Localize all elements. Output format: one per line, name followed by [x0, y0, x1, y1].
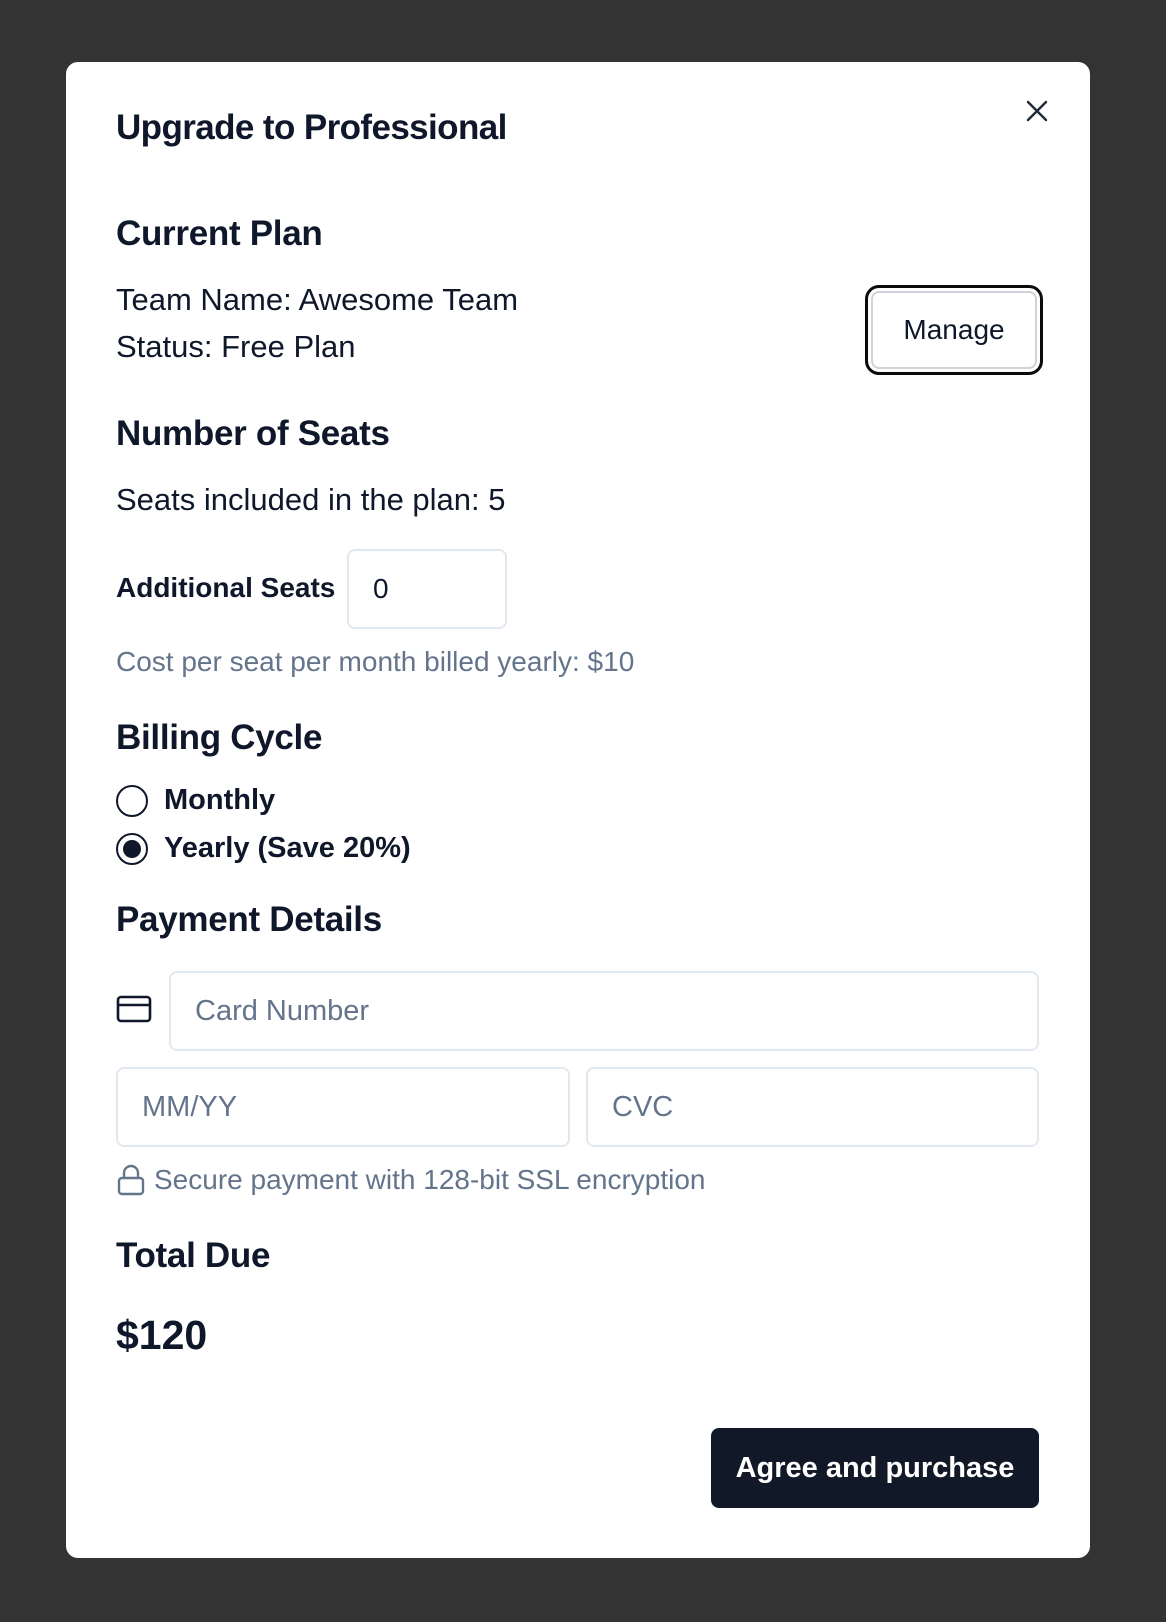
radio-selected-dot [123, 839, 141, 858]
total-due-heading: Total Due [116, 1236, 271, 1275]
lock-icon [117, 1164, 145, 1196]
expiry-input[interactable] [116, 1067, 570, 1147]
team-name-text: Team Name: Awesome Team [116, 282, 519, 317]
billing-option-label: Yearly (Save 20%) [164, 832, 411, 864]
total-amount: $120 [116, 1312, 208, 1358]
seat-cost-note: Cost per seat per month billed yearly: $… [116, 646, 635, 677]
radio-monthly[interactable] [116, 784, 148, 817]
agree-purchase-button[interactable]: Agree and purchase [711, 1428, 1039, 1508]
billing-cycle-heading: Billing Cycle [116, 718, 323, 757]
secure-payment-note: Secure payment with 128-bit SSL encrypti… [116, 1164, 705, 1196]
modal-title: Upgrade to Professional [116, 108, 507, 147]
billing-option-monthly[interactable]: Monthly [116, 784, 275, 817]
close-button[interactable] [1022, 96, 1052, 126]
secure-note-text: Secure payment with 128-bit SSL encrypti… [154, 1164, 706, 1195]
seats-heading: Number of Seats [116, 414, 390, 453]
card-number-input[interactable] [169, 971, 1039, 1051]
seats-included-text: Seats included in the plan: 5 [116, 482, 506, 517]
billing-option-yearly[interactable]: Yearly (Save 20%) [116, 832, 411, 865]
additional-seats-input[interactable] [347, 549, 507, 629]
plan-status-text: Status: Free Plan [116, 329, 356, 364]
additional-seats-label: Additional Seats [116, 572, 336, 603]
upgrade-modal: Upgrade to Professional Current Plan Tea… [66, 62, 1090, 1558]
close-icon [1026, 100, 1048, 122]
radio-yearly[interactable] [116, 832, 148, 865]
current-plan-heading: Current Plan [116, 214, 323, 253]
credit-card-icon [116, 995, 152, 1023]
billing-option-label: Monthly [164, 784, 276, 816]
manage-button[interactable]: Manage [865, 285, 1043, 375]
payment-details-heading: Payment Details [116, 900, 382, 939]
cvc-input[interactable] [586, 1067, 1039, 1147]
